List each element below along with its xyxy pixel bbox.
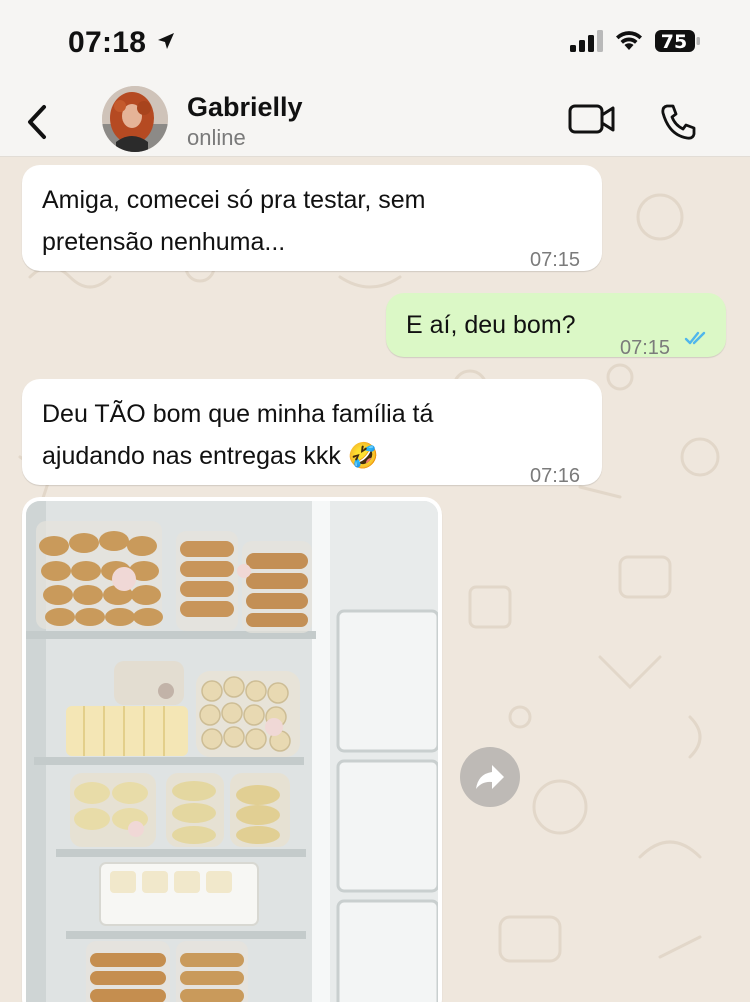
contact-name[interactable]: Gabrielly (187, 92, 303, 123)
avatar[interactable] (102, 86, 168, 152)
image-message[interactable] (22, 497, 442, 1002)
status-bar: 07:18 75 (0, 0, 750, 80)
message-time: 07:15 (620, 337, 671, 359)
status-time: 07:18 (68, 26, 147, 59)
wifi-icon (616, 31, 642, 50)
chat-area[interactable]: Amiga, comecei só pra testar, sem preten… (0, 157, 750, 1002)
message-text: Deu TÃO bom que minha família tá ajudand… (42, 400, 434, 470)
message-outgoing[interactable]: E aí, deu bom? 07:15 (386, 293, 726, 359)
message-time: 07:15 (530, 249, 581, 271)
battery-level: 75 (660, 31, 688, 53)
read-receipt-icon (684, 331, 706, 345)
location-arrow-icon (158, 33, 174, 49)
freezer-photo (26, 501, 438, 1002)
phone-call-icon[interactable] (658, 102, 698, 142)
chevron-left-icon[interactable] (24, 104, 50, 140)
video-call-icon[interactable] (567, 102, 617, 136)
message-text: E aí, deu bom? (406, 311, 576, 339)
contact-status: online (187, 125, 246, 150)
chat-header: Gabrielly online (0, 80, 750, 157)
cellular-signal-icon (570, 30, 603, 52)
message-incoming[interactable]: Amiga, comecei só pra testar, sem preten… (22, 165, 602, 271)
forward-arrow-icon (476, 765, 504, 789)
message-time: 07:16 (530, 465, 581, 487)
message-text: Amiga, comecei só pra testar, sem preten… (42, 186, 426, 256)
avatar-image (102, 86, 168, 152)
forward-button[interactable] (460, 747, 520, 807)
message-incoming[interactable]: Deu TÃO bom que minha família tá ajudand… (22, 379, 602, 487)
message-photo[interactable] (26, 501, 438, 1002)
